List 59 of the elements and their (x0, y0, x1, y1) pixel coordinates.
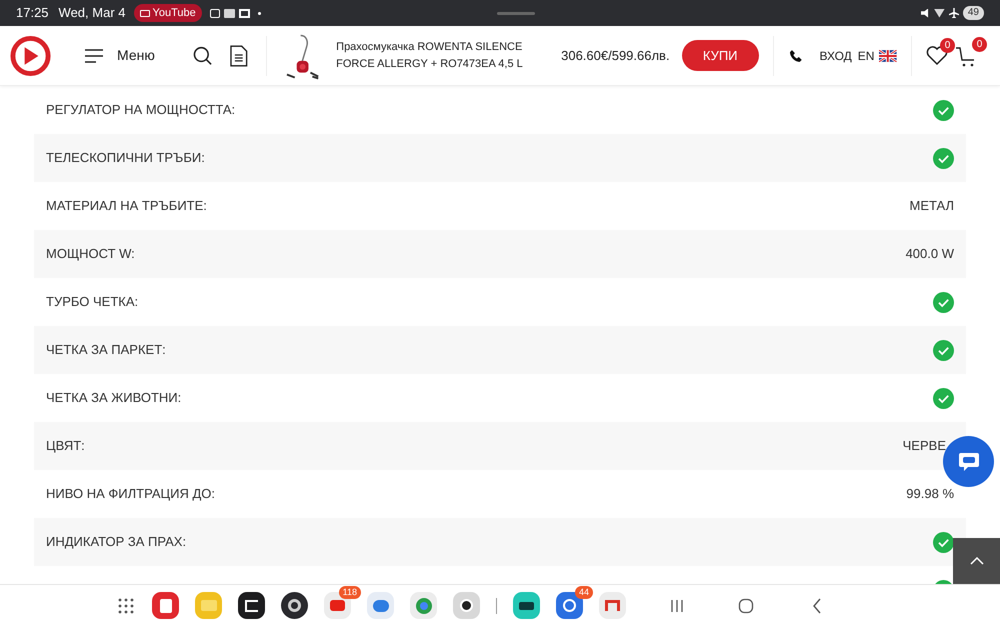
spec-label: МОЩНОСТ W: (46, 245, 135, 264)
airplane-icon (948, 8, 959, 18)
document-icon[interactable] (230, 44, 248, 66)
app-chip[interactable]: YouTube (134, 4, 202, 22)
notification-badge: 118 (338, 586, 361, 599)
count-badge: 0 (940, 38, 956, 52)
settings-icon[interactable] (281, 592, 308, 619)
login-link[interactable]: ВХОД (820, 46, 852, 64)
chevron-up-icon (970, 557, 984, 565)
battery-indicator: 49 (962, 6, 984, 20)
clock: 17:25 (16, 4, 49, 22)
count-badge: 0 (972, 36, 988, 52)
language-link[interactable]: EN (858, 46, 874, 64)
search-icon[interactable] (192, 46, 212, 66)
spec-label: ЧЕТКА ЗА ЖИВОТНИ: (46, 389, 182, 408)
check-icon (933, 292, 954, 312)
spec-label: МАТЕРИАЛ НА ТРЪБИТЕ: (46, 197, 207, 216)
recents-icon[interactable] (670, 598, 684, 612)
check-icon (933, 148, 954, 168)
spec-value: ЧЕРВЕ (902, 437, 946, 456)
mail-icon[interactable] (599, 592, 626, 619)
app-icon[interactable] (238, 592, 265, 619)
spec-value: 400.0 W (906, 245, 954, 264)
app-grid-icon[interactable] (118, 598, 134, 614)
check-icon (933, 388, 954, 408)
check-icon (933, 100, 954, 120)
screen-icon (140, 10, 150, 16)
spec-label: ЦВЯТ: (46, 437, 85, 456)
spec-label: РЕГУЛАТОР НА МОЩНОСТТА: (46, 101, 236, 120)
home-icon[interactable] (738, 598, 754, 614)
menu-button[interactable]: Меню (85, 45, 155, 66)
flag-icon (879, 50, 898, 62)
app-icon[interactable] (513, 592, 540, 619)
browser-icon[interactable] (410, 592, 437, 619)
back-icon[interactable] (812, 598, 822, 614)
mute-icon (920, 8, 930, 18)
spec-value: МЕТАЛ (910, 197, 954, 216)
product-name: Прахосмукачка ROWENTA SILENCE FORCE ALLERGY + RO7473EA 4,5 L (336, 40, 524, 72)
chat-icon[interactable] (367, 592, 394, 619)
logo[interactable] (10, 34, 52, 76)
spec-label: ЧЕТКА ЗА ПАРКЕТ: (46, 341, 166, 360)
screenshot-icon (210, 8, 220, 18)
spec-value: 99.98 % (906, 485, 954, 504)
drag-handle[interactable] (496, 12, 535, 14)
spec-label: ТЕЛЕСКОПИЧНИ ТРЪБИ: (46, 149, 205, 168)
spec-label: НИВО НА ФИЛТРАЦИЯ ДО: (46, 485, 216, 504)
phone-icon[interactable] (790, 50, 802, 62)
product-price: 306.60€/599.66лв. (561, 46, 670, 65)
window-icon (238, 8, 250, 18)
spec-label: ТУРБО ЧЕТКА: (46, 293, 138, 312)
check-icon (933, 532, 954, 552)
buy-button[interactable]: КУПИ (682, 40, 759, 71)
notification-badge: 44 (574, 586, 593, 599)
menu-icon (85, 48, 104, 62)
camera-icon[interactable] (453, 592, 480, 619)
notes-icon[interactable] (152, 592, 179, 619)
check-icon (933, 340, 954, 360)
spec-label: ИНДИКАТОР ЗА ПРАХ: (46, 533, 186, 552)
date: Wed, Mar 4 (58, 4, 126, 22)
